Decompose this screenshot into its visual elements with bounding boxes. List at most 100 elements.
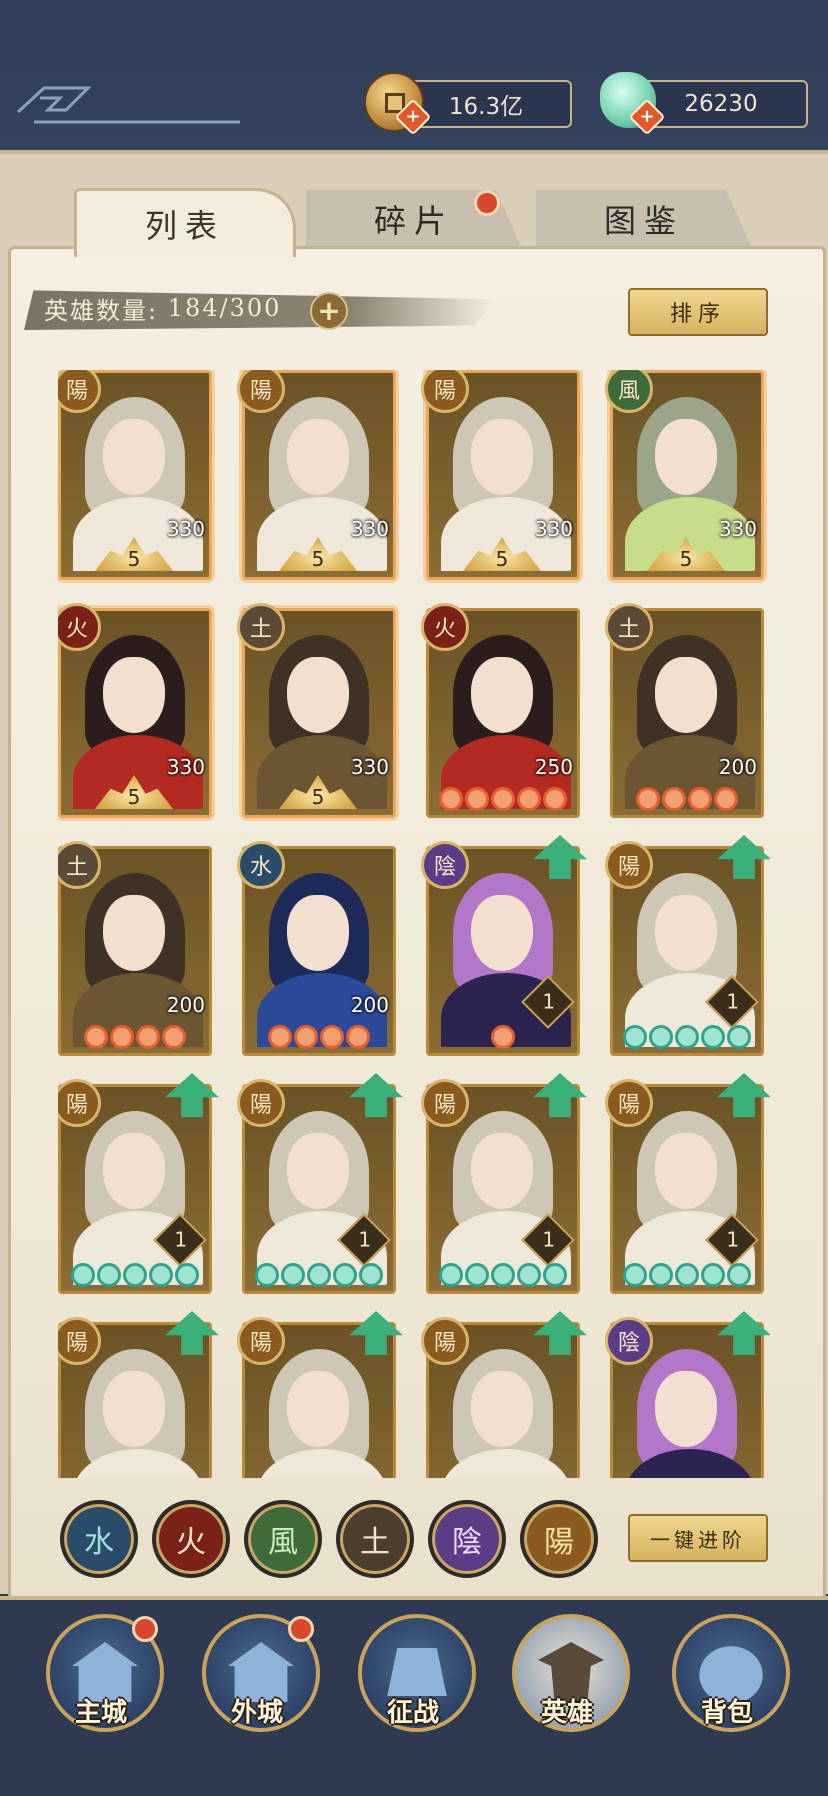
orb-icon: [439, 1263, 463, 1287]
orb-icon: [97, 1263, 121, 1287]
tab-label: 碎片: [373, 202, 454, 240]
hero-face: [287, 1371, 349, 1447]
orb-icon: [688, 787, 712, 811]
hero-card[interactable]: 陽1: [237, 1073, 403, 1294]
hero-level: 330: [718, 517, 757, 541]
hero-card[interactable]: 陽 330 5: [58, 370, 212, 580]
hero-level: 330: [350, 517, 389, 541]
wind-filter-button[interactable]: 風: [244, 1500, 322, 1578]
star-count: 5: [127, 785, 141, 809]
orb-icon: [623, 1263, 647, 1287]
earth-filter-button[interactable]: 土: [336, 1500, 414, 1578]
orb-icon: [517, 1263, 541, 1287]
orb-icon: [359, 1263, 383, 1287]
tab-handbook[interactable]: 图鉴: [536, 190, 752, 248]
orb-icon: [465, 787, 489, 811]
nav-label: 外城: [230, 1698, 283, 1728]
hero-card[interactable]: 土 200: [605, 603, 764, 818]
orb-icon: [491, 787, 515, 811]
orb-row: [65, 1263, 205, 1287]
hero-face: [655, 1133, 717, 1209]
orb-icon: [649, 1263, 673, 1287]
hero-card[interactable]: 陽: [58, 1311, 219, 1478]
fire-filter-button[interactable]: 火: [152, 1500, 230, 1578]
hero-card[interactable]: 陽 330 5: [421, 370, 580, 580]
hero-card[interactable]: 陰1: [421, 835, 587, 1056]
expand-capacity-button[interactable]: +: [310, 292, 348, 330]
hero-count-label: 英雄数量:: [44, 296, 159, 325]
hero-card[interactable]: 陽1: [58, 1073, 219, 1294]
hero-card[interactable]: 陽1: [605, 1073, 770, 1294]
jade-amount: 26230: [684, 91, 758, 117]
orb-icon: [491, 1025, 515, 1049]
hero-card[interactable]: 火 250: [421, 603, 580, 818]
hero-card[interactable]: 水 200: [237, 841, 396, 1056]
orb-icon: [714, 787, 738, 811]
yang-filter-button[interactable]: 陽: [520, 1500, 598, 1578]
hero-face: [471, 1371, 533, 1447]
orb-icon: [636, 787, 660, 811]
hero-card[interactable]: 陽 330 5: [237, 370, 396, 580]
one-click-advance-button[interactable]: 一键进阶: [628, 1514, 768, 1562]
element-badge-icon: 水: [237, 841, 285, 889]
hero-card[interactable]: 土 330 5: [237, 603, 396, 818]
hero-face: [471, 1133, 533, 1209]
orb-icon: [701, 1263, 725, 1287]
sort-button[interactable]: 排序: [628, 288, 768, 336]
element-badge-icon: 陽: [237, 1317, 285, 1365]
hero-card[interactable]: 火 330 5: [58, 603, 212, 818]
hero-face: [103, 419, 165, 495]
hero-level: 330: [166, 517, 205, 541]
hero-card[interactable]: 風 330 5: [605, 370, 764, 580]
hero-face: [103, 1371, 165, 1447]
orb-icon: [281, 1263, 305, 1287]
orb-icon: [727, 1025, 751, 1049]
orb-icon: [701, 1025, 725, 1049]
rank-value: 1: [726, 989, 740, 1014]
hero-face: [471, 657, 533, 733]
element-badge-icon: 陰: [421, 841, 469, 889]
rank-value: 1: [542, 1227, 556, 1252]
orb-icon: [649, 1025, 673, 1049]
star-count: 5: [127, 547, 141, 571]
hero-count-value: 184/300: [167, 294, 282, 322]
water-filter-button[interactable]: 水: [60, 1500, 138, 1578]
star-count: 5: [311, 547, 325, 571]
tab-list[interactable]: 列表: [74, 188, 296, 257]
orb-icon: [162, 1025, 186, 1049]
orb-icon: [255, 1263, 279, 1287]
hero-level: 200: [718, 755, 757, 779]
orb-row: [249, 1025, 389, 1049]
rank-value: 1: [542, 989, 556, 1014]
hero-card[interactable]: 陽: [421, 1311, 587, 1478]
element-badge-icon: 陽: [605, 841, 653, 889]
hero-face: [655, 1371, 717, 1447]
hero-card[interactable]: 陽1: [605, 835, 770, 1056]
plus-icon: +: [405, 106, 421, 127]
orb-icon: [320, 1025, 344, 1049]
orb-icon: [136, 1025, 160, 1049]
hero-card[interactable]: 陽1: [421, 1073, 587, 1294]
orb-icon: [84, 1025, 108, 1049]
hero-grid: 陽 330 5 陽 330 5 陽 330 5 風 330 5 火 330 5 土 330 5 火 250 土 200 土 2…: [58, 370, 770, 1478]
element-badge-icon: 土: [605, 603, 653, 651]
element-badge-icon: 火: [421, 603, 469, 651]
orb-row: [249, 1263, 389, 1287]
star-count: 5: [311, 785, 325, 809]
rank-value: 1: [726, 1227, 740, 1252]
orb-icon: [543, 1263, 567, 1287]
orb-icon: [623, 1025, 647, 1049]
hero-face: [103, 1133, 165, 1209]
hero-card[interactable]: 陽: [237, 1311, 403, 1478]
yin-filter-button[interactable]: 陰: [428, 1500, 506, 1578]
hero-card[interactable]: 陰: [605, 1311, 770, 1478]
notification-dot: [288, 1616, 314, 1642]
hero-face: [655, 895, 717, 971]
element-badge-icon: 陰: [605, 1317, 653, 1365]
orb-icon: [123, 1263, 147, 1287]
orb-icon: [175, 1263, 199, 1287]
orb-row: [433, 787, 573, 811]
orb-icon: [294, 1025, 318, 1049]
hero-card[interactable]: 土 200: [58, 841, 212, 1056]
hero-level: 250: [534, 755, 573, 779]
